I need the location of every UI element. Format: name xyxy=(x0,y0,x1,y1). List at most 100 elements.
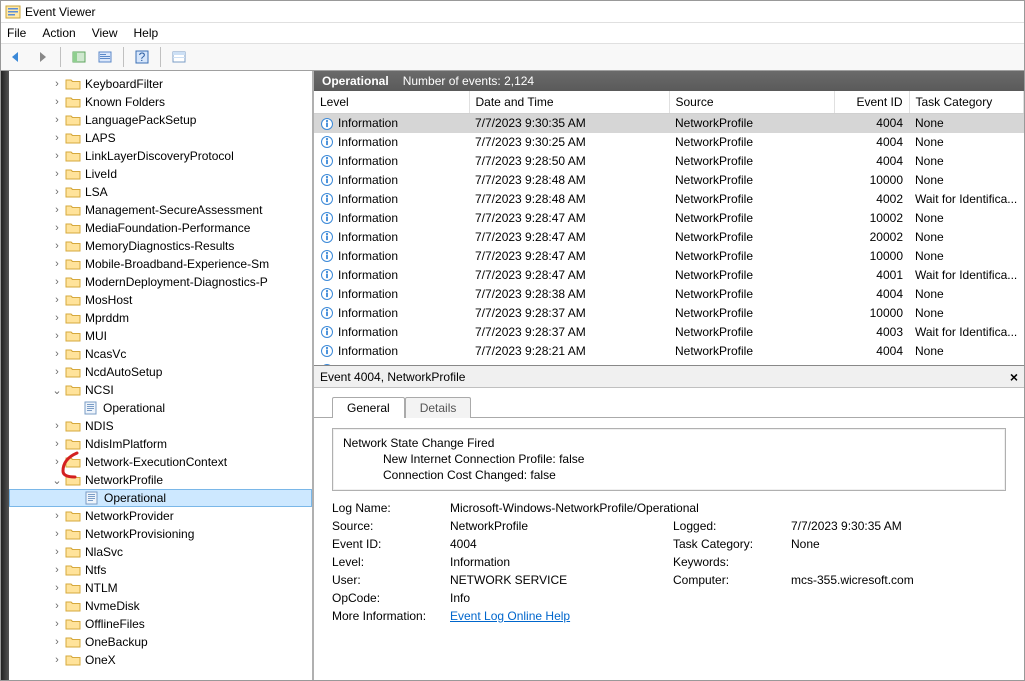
chevron-right-icon[interactable]: › xyxy=(49,456,65,468)
chevron-right-icon[interactable]: › xyxy=(49,96,65,108)
chevron-right-icon[interactable]: › xyxy=(49,330,65,342)
tree-node[interactable]: ›NTLM xyxy=(9,579,312,597)
tree-node[interactable]: ›OneX xyxy=(9,651,312,669)
menu-file[interactable]: File xyxy=(7,26,26,40)
tree-node[interactable]: ⌄NCSI xyxy=(9,381,312,399)
chevron-right-icon[interactable]: › xyxy=(49,546,65,558)
chevron-right-icon[interactable]: › xyxy=(49,654,65,666)
tree-node[interactable]: ›MemoryDiagnostics-Results xyxy=(9,237,312,255)
tree-node[interactable]: ›NvmeDisk xyxy=(9,597,312,615)
event-row[interactable]: Information7/7/2023 9:28:47 AMNetworkPro… xyxy=(314,247,1024,266)
menu-help[interactable]: Help xyxy=(134,26,159,40)
tree-node[interactable]: ›NcdAutoSetup xyxy=(9,363,312,381)
lbl-task: Task Category: xyxy=(673,537,783,551)
back-button[interactable] xyxy=(5,46,27,68)
tree-node[interactable]: ›MUI xyxy=(9,327,312,345)
tree-node[interactable]: ›Ntfs xyxy=(9,561,312,579)
tree-node[interactable]: ›LanguagePackSetup xyxy=(9,111,312,129)
chevron-right-icon[interactable]: › xyxy=(49,528,65,540)
tree-node[interactable]: ›ModernDeployment-Diagnostics-P xyxy=(9,273,312,291)
menu-view[interactable]: View xyxy=(92,26,118,40)
chevron-right-icon[interactable]: › xyxy=(49,564,65,576)
tree-node[interactable]: ›NdisImPlatform xyxy=(9,435,312,453)
help-button[interactable]: ? xyxy=(131,46,153,68)
event-row[interactable]: Information7/7/2023 9:28:21 AMNetworkPro… xyxy=(314,342,1024,361)
chevron-right-icon[interactable]: › xyxy=(49,168,65,180)
panel-toggle-button[interactable] xyxy=(168,46,190,68)
event-row[interactable]: Information7/7/2023 9:28:48 AMNetworkPro… xyxy=(314,171,1024,190)
tree-node[interactable]: ›Operational xyxy=(9,399,312,417)
show-hide-tree-button[interactable] xyxy=(68,46,90,68)
tree-node[interactable]: ›Operational xyxy=(9,489,312,507)
col-source[interactable]: Source xyxy=(669,91,834,114)
events-grid[interactable]: Level Date and Time Source Event ID Task… xyxy=(314,91,1024,366)
chevron-right-icon[interactable]: › xyxy=(49,366,65,378)
tree-node[interactable]: ›NetworkProvider xyxy=(9,507,312,525)
chevron-right-icon[interactable]: › xyxy=(49,240,65,252)
tree-node[interactable]: ›Network-ExecutionContext xyxy=(9,453,312,471)
chevron-down-icon[interactable]: ⌄ xyxy=(49,474,65,487)
chevron-down-icon[interactable]: ⌄ xyxy=(49,384,65,397)
menu-action[interactable]: Action xyxy=(42,26,75,40)
chevron-right-icon[interactable]: › xyxy=(49,348,65,360)
tree-node[interactable]: ⌄NetworkProfile xyxy=(9,471,312,489)
chevron-right-icon[interactable]: › xyxy=(49,600,65,612)
tree-node[interactable]: ›OfflineFiles xyxy=(9,615,312,633)
tree-node[interactable]: ›MosHost xyxy=(9,291,312,309)
link-online-help[interactable]: Event Log Online Help xyxy=(450,609,570,623)
chevron-right-icon[interactable]: › xyxy=(49,132,65,144)
forward-button[interactable] xyxy=(31,46,53,68)
properties-button[interactable] xyxy=(94,46,116,68)
chevron-right-icon[interactable]: › xyxy=(49,582,65,594)
tree-node[interactable]: ›Mprddm xyxy=(9,309,312,327)
chevron-right-icon[interactable]: › xyxy=(49,636,65,648)
chevron-right-icon[interactable]: › xyxy=(49,186,65,198)
val-level: Information xyxy=(450,555,665,569)
col-task[interactable]: Task Category xyxy=(909,91,1024,114)
chevron-right-icon[interactable]: › xyxy=(49,276,65,288)
tree-node[interactable]: ›Management-SecureAssessment xyxy=(9,201,312,219)
chevron-right-icon[interactable]: › xyxy=(49,222,65,234)
chevron-right-icon[interactable]: › xyxy=(49,420,65,432)
tree-node[interactable]: ›MediaFoundation-Performance xyxy=(9,219,312,237)
event-row[interactable]: Information7/7/2023 9:28:47 AMNetworkPro… xyxy=(314,228,1024,247)
tree-node[interactable]: ›NDIS xyxy=(9,417,312,435)
col-date[interactable]: Date and Time xyxy=(469,91,669,114)
event-row[interactable]: Information7/7/2023 9:28:47 AMNetworkPro… xyxy=(314,209,1024,228)
tree-node[interactable]: ›NlaSvc xyxy=(9,543,312,561)
tree-node[interactable]: ›LiveId xyxy=(9,165,312,183)
chevron-right-icon[interactable]: › xyxy=(49,312,65,324)
event-row[interactable]: Information7/7/2023 9:28:38 AMNetworkPro… xyxy=(314,285,1024,304)
chevron-right-icon[interactable]: › xyxy=(49,510,65,522)
event-row[interactable]: Information7/7/2023 9:28:47 AMNetworkPro… xyxy=(314,266,1024,285)
chevron-right-icon[interactable]: › xyxy=(49,438,65,450)
chevron-right-icon[interactable]: › xyxy=(49,258,65,270)
chevron-right-icon[interactable]: › xyxy=(49,150,65,162)
tree-node[interactable]: ›KeyboardFilter xyxy=(9,75,312,93)
tree-node[interactable]: ›LAPS xyxy=(9,129,312,147)
chevron-right-icon[interactable]: › xyxy=(49,294,65,306)
tree-node[interactable]: ›OneBackup xyxy=(9,633,312,651)
tab-general[interactable]: General xyxy=(332,397,405,418)
tree-node[interactable]: ›NetworkProvisioning xyxy=(9,525,312,543)
tree-node[interactable]: ›LinkLayerDiscoveryProtocol xyxy=(9,147,312,165)
close-detail-button[interactable]: × xyxy=(1010,369,1018,385)
event-row[interactable]: Information7/7/2023 9:28:48 AMNetworkPro… xyxy=(314,190,1024,209)
chevron-right-icon[interactable]: › xyxy=(49,114,65,126)
tree-pane[interactable]: ›KeyboardFilter›Known Folders›LanguagePa… xyxy=(9,71,314,680)
event-row[interactable]: Information7/7/2023 9:28:37 AMNetworkPro… xyxy=(314,304,1024,323)
tab-details[interactable]: Details xyxy=(405,397,472,418)
col-eventid[interactable]: Event ID xyxy=(834,91,909,114)
tree-node[interactable]: ›LSA xyxy=(9,183,312,201)
tree-node[interactable]: ›Mobile-Broadband-Experience-Sm xyxy=(9,255,312,273)
tree-node[interactable]: ›Known Folders xyxy=(9,93,312,111)
chevron-right-icon[interactable]: › xyxy=(49,78,65,90)
chevron-right-icon[interactable]: › xyxy=(49,204,65,216)
event-row[interactable]: Information7/7/2023 9:28:50 AMNetworkPro… xyxy=(314,152,1024,171)
event-row[interactable]: Information7/7/2023 9:30:25 AMNetworkPro… xyxy=(314,133,1024,152)
event-row[interactable]: Information7/7/2023 9:30:35 AMNetworkPro… xyxy=(314,114,1024,133)
tree-node[interactable]: ›NcasVc xyxy=(9,345,312,363)
event-row[interactable]: Information7/7/2023 9:28:37 AMNetworkPro… xyxy=(314,323,1024,342)
chevron-right-icon[interactable]: › xyxy=(49,618,65,630)
col-level[interactable]: Level xyxy=(314,91,469,114)
